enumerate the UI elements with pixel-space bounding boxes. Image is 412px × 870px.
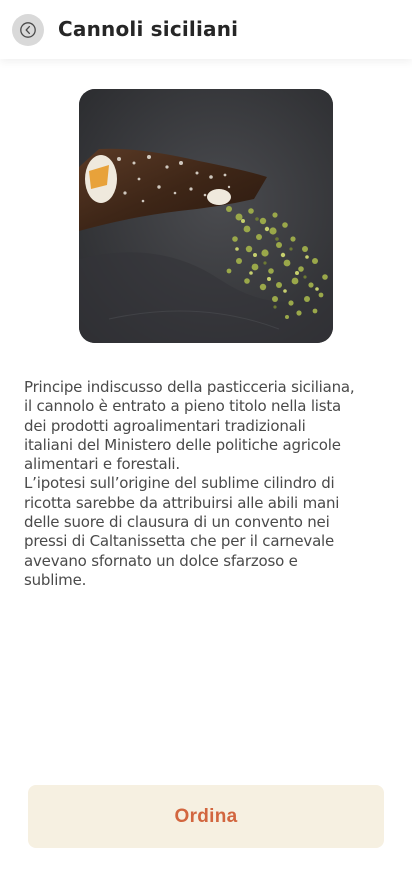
order-button-label: Ordina — [174, 805, 238, 827]
product-description: Principe indiscusso della pasticceria si… — [24, 378, 355, 589]
screen: Cannoli siciliani Principe indiscusso de… — [0, 0, 412, 870]
order-button[interactable]: Ordina — [28, 785, 384, 848]
app-header: Cannoli siciliani — [0, 0, 412, 59]
page-title: Cannoli siciliani — [58, 17, 239, 41]
back-button[interactable] — [12, 14, 44, 46]
product-image — [79, 89, 333, 343]
chevron-left-circle-icon — [20, 22, 36, 38]
